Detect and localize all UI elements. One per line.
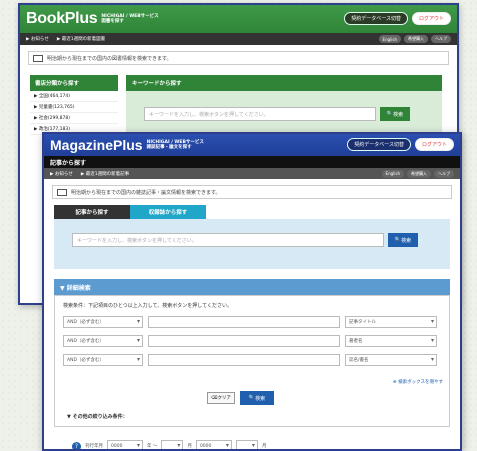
logout-button[interactable]: ログアウト: [414, 138, 454, 151]
book-icon: [33, 54, 43, 62]
logout-button[interactable]: ログアウト: [411, 12, 451, 25]
magazineplus-header: MagazinePlus NICHIGAI / WEBサービス 雑誌記事・論文を探…: [44, 134, 460, 156]
nav-new-books[interactable]: ▶ 最近1週間の新着図書: [57, 36, 105, 42]
nav-notice[interactable]: ▶ お知らせ: [26, 36, 49, 42]
db-switch-button[interactable]: 契約データベース切替: [344, 12, 408, 25]
book-search-button[interactable]: 🔍 検索: [380, 107, 410, 121]
year-to-select[interactable]: 0000: [195, 440, 232, 449]
magazineplus-nav: ▶ お知らせ ▶ 最近1週間の新着記事 English 希望購入 ヘルプ: [44, 168, 460, 179]
advanced-search-title[interactable]: ▼ 詳細検索: [54, 279, 450, 295]
book-search-input[interactable]: キーワードを入力し、検索ボタンを押してください。: [144, 107, 376, 121]
field-select[interactable]: 記事タイトル: [345, 316, 437, 328]
mag-search-button[interactable]: 🔍 検索: [388, 233, 418, 247]
category-title: 書店分類から探す: [30, 75, 118, 91]
month-from-select[interactable]: [161, 440, 184, 449]
magazineplus-logo: MagazinePlus: [50, 137, 143, 153]
operator-select[interactable]: AND（必ず含む）: [63, 316, 143, 328]
add-search-box-link[interactable]: ⊕ 検索ボックスを増やす: [393, 379, 443, 385]
english-button[interactable]: English: [381, 169, 404, 178]
month-to-select[interactable]: [235, 440, 258, 449]
field-select[interactable]: 誌名/書名: [345, 354, 437, 366]
keyword-panel: キーワードから探す キーワードを入力し、検索ボタンを押してください。 🔍 検索: [126, 75, 442, 133]
magazineplus-logo-sub: NICHIGAI / WEBサービス 雑誌記事・論文を探す: [146, 140, 204, 150]
year-from-select[interactable]: 0000: [107, 440, 143, 449]
operator-select[interactable]: AND（必ず含む）: [63, 354, 143, 366]
bookplus-logo-sub: NICHIGAI / WEBサービス 図書を探す: [101, 14, 159, 24]
bookplus-info: 明治期から現在までの国内の図書情報を検索できます。: [28, 51, 449, 65]
request-button[interactable]: 希望購入: [407, 169, 431, 178]
page-title: 記事から探す: [44, 156, 460, 168]
magazineplus-window: MagazinePlus NICHIGAI / WEBサービス 雑誌記事・論文を探…: [42, 132, 462, 451]
condition-input[interactable]: [148, 335, 340, 347]
help-icon[interactable]: ?: [72, 441, 81, 449]
nav-new-articles[interactable]: ▶ 最近1週間の新着記事: [81, 171, 129, 177]
mag-search-input[interactable]: キーワードを入力し、検索ボタンを押してください。: [72, 233, 384, 247]
other-filters-title[interactable]: ▼ その他の絞り込み条件：: [67, 413, 128, 420]
clear-button[interactable]: ⌫ クリア: [207, 392, 235, 404]
tab-journals[interactable]: 収録誌から探す: [130, 205, 206, 219]
advanced-search: ▼ 詳細検索 検索条件：下記項目のひとつ以上入力して、検索ボタンを押してください…: [54, 279, 450, 427]
help-button[interactable]: ヘルプ: [434, 169, 454, 178]
advanced-search-body: 検索条件：下記項目のひとつ以上入力して、検索ボタンを押してください。 AND（必…: [54, 295, 450, 427]
bookplus-nav: ▶ お知らせ ▶ 最近1週間の新着図書 English 希望購入 ヘルプ: [20, 33, 457, 45]
search-tabs: 記事から探す 収録誌から探す: [54, 205, 460, 219]
operator-select[interactable]: AND（必ず含む）: [63, 335, 143, 347]
pub-date-filter: ? 刊行年月 0000 年 〜 月 0000 月: [72, 440, 266, 449]
search-conditions-text: 検索条件：下記項目のひとつ以上入力して、検索ボタンを押してください。: [63, 303, 232, 309]
category-item[interactable]: ▶ 児童書(123,765): [30, 102, 118, 113]
magazineplus-info: 明治期から現在までの国内の雑誌記事・論文情報を検索できます。: [52, 185, 452, 199]
condition-input[interactable]: [148, 354, 340, 366]
condition-input[interactable]: [148, 316, 340, 328]
bookplus-logo: BookPlus: [26, 10, 98, 27]
magazine-icon: [57, 188, 67, 196]
request-button[interactable]: 希望購入: [404, 35, 428, 43]
bookplus-header: BookPlus NICHIGAI / WEBサービス 図書を探す 契約データベー…: [20, 5, 457, 33]
advanced-search-button[interactable]: 🔍 検索: [240, 391, 274, 405]
english-button[interactable]: English: [378, 35, 401, 43]
help-button[interactable]: ヘルプ: [431, 35, 451, 43]
field-select[interactable]: 著者名: [345, 335, 437, 347]
keyword-panel: キーワードを入力し、検索ボタンを押してください。 🔍 検索: [54, 219, 450, 269]
db-switch-button[interactable]: 契約データベース切替: [347, 138, 411, 151]
category-item[interactable]: ▶ 全国(464,174): [30, 91, 118, 102]
category-item[interactable]: ▶ 社会(299,878): [30, 113, 118, 124]
category-panel: 書店分類から探す ▶ 全国(464,174) ▶ 児童書(123,765) ▶ …: [30, 75, 118, 135]
nav-notice[interactable]: ▶ お知らせ: [50, 171, 73, 177]
tab-articles[interactable]: 記事から探す: [54, 205, 130, 219]
keyword-title: キーワードから探す: [126, 75, 442, 91]
